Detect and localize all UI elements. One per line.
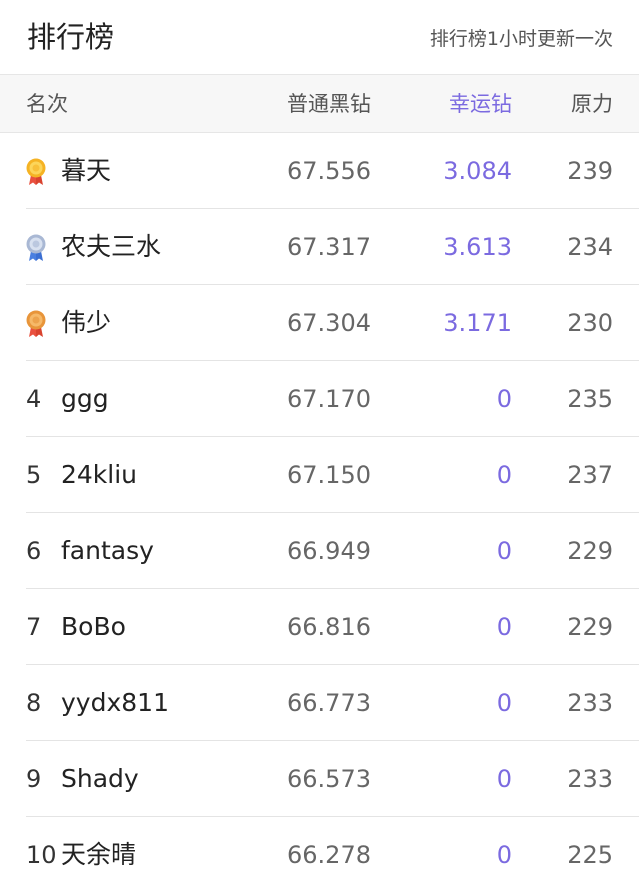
table-row[interactable]: 7 BoBo 66.816 0 229 (0, 589, 639, 665)
rank-number: 9 (26, 765, 42, 793)
power-value: 235 (567, 385, 613, 413)
table-row[interactable]: 伟少 67.304 3.171 230 (0, 285, 639, 361)
ranking-list: 暮天 67.556 3.084 239 农夫三水 67.317 3.613 23… (0, 133, 639, 893)
power-value: 233 (567, 765, 613, 793)
normal-diamond-value: 66.816 (287, 613, 371, 641)
normal-diamond-value: 66.949 (287, 537, 371, 565)
player-name: fantasy (61, 536, 154, 565)
lucky-diamond-value: 3.171 (443, 309, 512, 337)
normal-diamond-value: 67.170 (287, 385, 371, 413)
table-row[interactable]: 10 天余晴 66.278 0 225 (0, 817, 639, 893)
table-header: 名次 普通黑钻 幸运钻 原力 (0, 74, 639, 133)
column-header-normal-diamond[interactable]: 普通黑钻 (287, 90, 371, 118)
player-name: BoBo (61, 612, 126, 641)
rank-number: 4 (26, 385, 42, 413)
table-row[interactable]: 农夫三水 67.317 3.613 234 (0, 209, 639, 285)
player-name: ggg (61, 384, 109, 413)
table-row[interactable]: 暮天 67.556 3.084 239 (0, 133, 639, 209)
lucky-diamond-value: 0 (496, 385, 512, 413)
rank-number: 10 (26, 841, 57, 869)
normal-diamond-value: 67.150 (287, 461, 371, 489)
page-header: 排行榜 排行榜1小时更新一次 (0, 0, 639, 74)
player-name: 天余晴 (61, 840, 137, 869)
rank-number: 6 (26, 537, 42, 565)
power-value: 234 (567, 233, 613, 261)
power-value: 237 (567, 461, 613, 489)
normal-diamond-value: 67.304 (287, 309, 371, 337)
page-title: 排行榜 (27, 20, 115, 54)
rank-number: 8 (26, 689, 42, 717)
power-value: 233 (567, 689, 613, 717)
column-header-power[interactable]: 原力 (571, 90, 613, 118)
table-row[interactable]: 5 24kliu 67.150 0 237 (0, 437, 639, 513)
normal-diamond-value: 67.556 (287, 157, 371, 185)
gold-medal-icon (26, 158, 46, 185)
lucky-diamond-value: 0 (496, 537, 512, 565)
lucky-diamond-value: 0 (496, 841, 512, 869)
lucky-diamond-value: 0 (496, 689, 512, 717)
power-value: 239 (567, 157, 613, 185)
player-name: 伟少 (61, 308, 112, 337)
column-header-lucky-diamond[interactable]: 幸运钻 (449, 90, 512, 118)
table-row[interactable]: 9 Shady 66.573 0 233 (0, 741, 639, 817)
power-value: 229 (567, 613, 613, 641)
lucky-diamond-value: 0 (496, 461, 512, 489)
normal-diamond-value: 66.773 (287, 689, 371, 717)
player-name: yydx811 (61, 688, 169, 717)
player-name: 农夫三水 (61, 232, 162, 261)
rank-number: 5 (26, 461, 42, 489)
normal-diamond-value: 66.278 (287, 841, 371, 869)
normal-diamond-value: 66.573 (287, 765, 371, 793)
lucky-diamond-value: 3.613 (443, 233, 512, 261)
update-note: 排行榜1小时更新一次 (429, 28, 613, 50)
column-header-rank[interactable]: 名次 (26, 90, 68, 118)
player-name: Shady (61, 764, 139, 793)
silver-medal-icon (26, 234, 46, 261)
table-row[interactable]: 4 ggg 67.170 0 235 (0, 361, 639, 437)
player-name: 24kliu (61, 460, 138, 489)
lucky-diamond-value: 0 (496, 613, 512, 641)
lucky-diamond-value: 3.084 (443, 157, 512, 185)
table-row[interactable]: 6 fantasy 66.949 0 229 (0, 513, 639, 589)
lucky-diamond-value: 0 (496, 765, 512, 793)
power-value: 229 (567, 537, 613, 565)
power-value: 225 (567, 841, 613, 869)
table-row[interactable]: 8 yydx811 66.773 0 233 (0, 665, 639, 741)
normal-diamond-value: 67.317 (287, 233, 371, 261)
bronze-medal-icon (26, 310, 46, 337)
power-value: 230 (567, 309, 613, 337)
rank-number: 7 (26, 613, 42, 641)
player-name: 暮天 (61, 156, 112, 185)
